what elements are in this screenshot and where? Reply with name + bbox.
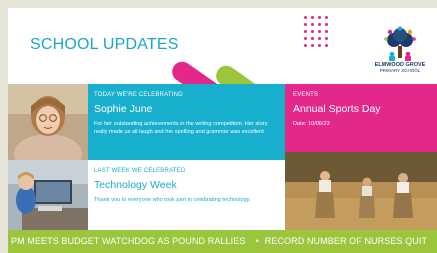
- events-kicker: EVENTS: [293, 92, 319, 98]
- celebrating-kicker: TODAY WE'RE CELEBRATING: [94, 92, 183, 98]
- logo-school-sub: PRIMARY SCHOOL: [379, 67, 421, 73]
- celebrating-panel: TODAY WE'RE CELEBRATING Sophie June For …: [88, 84, 285, 160]
- events-panel: EVENTS Annual Sports Day Date: 10/06/23: [285, 84, 437, 152]
- ticker-separator: •: [255, 236, 259, 246]
- ticker-item: PM MEETS BUDGET WATCHDOG AS POUND RALLIE…: [11, 236, 246, 246]
- tree-logo-icon: [384, 26, 416, 61]
- celebrating-name: Sophie June: [94, 103, 153, 115]
- decorative-dots: [304, 16, 330, 56]
- event-title: Annual Sports Day: [293, 103, 381, 115]
- last-week-title: Technology Week: [94, 179, 177, 191]
- student-photo: [8, 84, 88, 160]
- signage-screen: SCHOOL UPDATES ELMWOOD GROVE PRIMARY SCH…: [8, 8, 437, 253]
- celebrating-body: For her outstanding achievements in the …: [94, 121, 268, 136]
- last-week-panel: LAST WEEK WE CELEBRATED Technology Week …: [88, 160, 285, 230]
- school-logo: ELMWOOD GROVE PRIMARY SCHOOL: [372, 26, 428, 82]
- page-title: SCHOOL UPDATES: [30, 36, 179, 53]
- last-week-body: Thank you to everyone who took part in c…: [94, 197, 251, 203]
- last-week-kicker: LAST WEEK WE CELEBRATED: [94, 168, 186, 174]
- sack-race-photo: [285, 152, 437, 230]
- event-date: Date: 10/06/23: [293, 121, 330, 127]
- news-ticker: PM MEETS BUDGET WATCHDOG AS POUND RALLIE…: [8, 230, 437, 253]
- technology-photo: [8, 160, 88, 230]
- ticker-item: RECORD NUMBER OF NURSES QUIT: [264, 236, 428, 246]
- header: SCHOOL UPDATES ELMWOOD GROVE PRIMARY SCH…: [8, 8, 437, 127]
